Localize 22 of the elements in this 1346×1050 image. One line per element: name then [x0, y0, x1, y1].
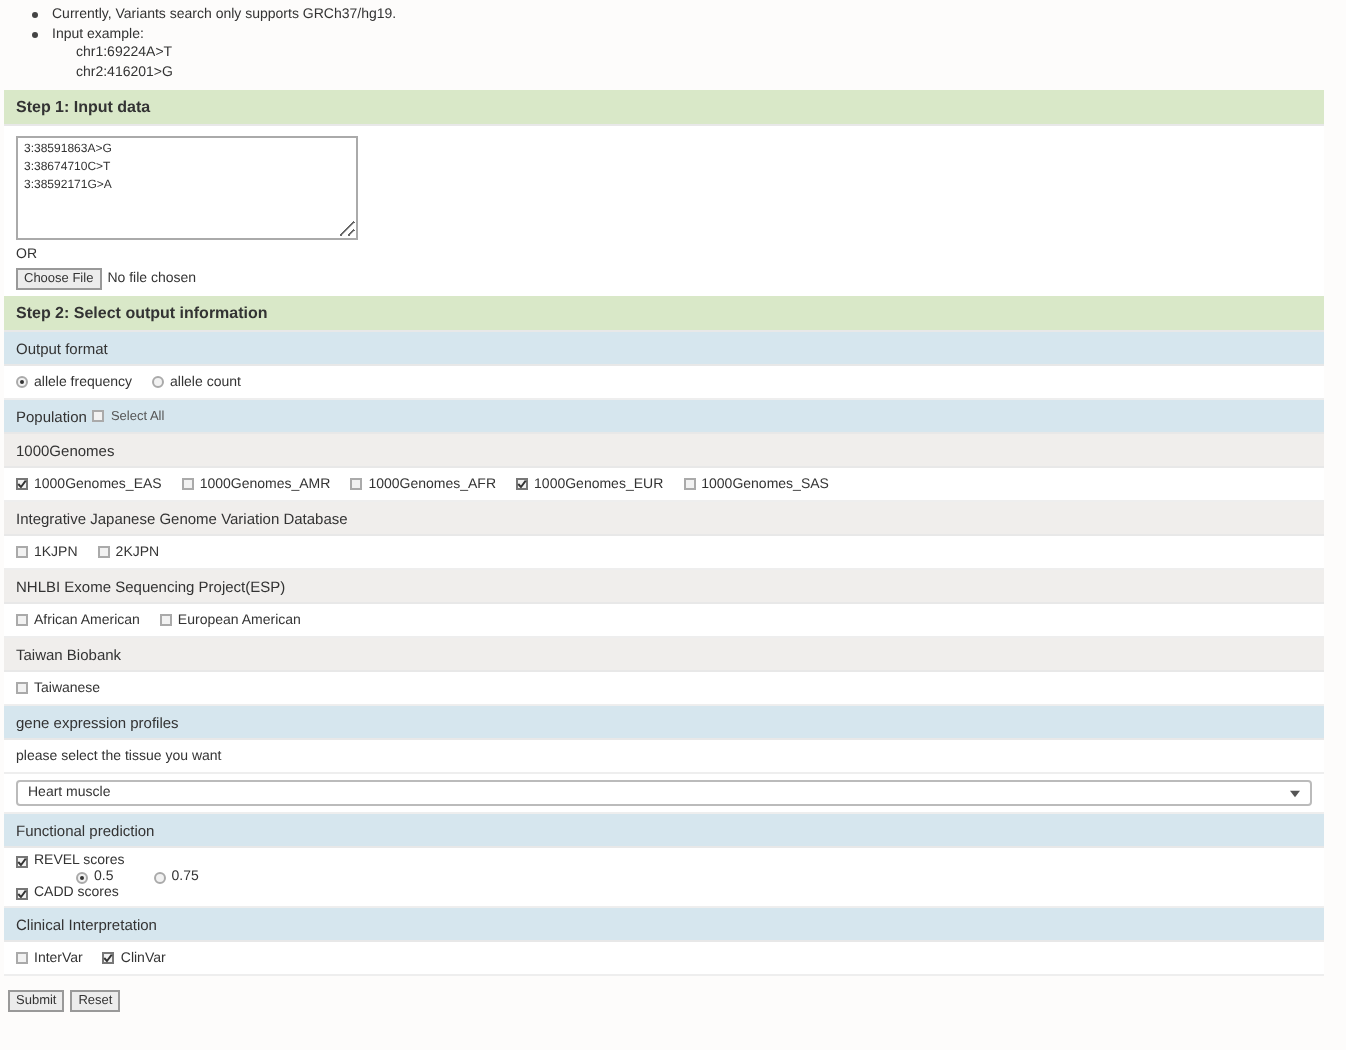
radio-button[interactable] [16, 376, 28, 388]
radio-button[interactable] [76, 871, 88, 883]
checkbox[interactable] [16, 546, 28, 558]
checkbox[interactable] [102, 952, 115, 964]
checkbox[interactable] [16, 478, 28, 490]
checkbox[interactable] [159, 614, 172, 626]
checkbox[interactable] [16, 682, 28, 694]
checkbox[interactable] [92, 410, 105, 422]
checkbox[interactable] [350, 478, 363, 490]
checkbox[interactable] [516, 478, 529, 490]
checkbox[interactable] [16, 887, 28, 899]
checkbox[interactable] [16, 614, 28, 626]
checkbox[interactable] [16, 952, 28, 964]
caret-icon [1290, 789, 1300, 797]
radio-button[interactable] [153, 871, 166, 883]
checkbox[interactable] [97, 546, 110, 558]
checkbox[interactable] [683, 478, 696, 490]
radio-button[interactable] [152, 376, 165, 388]
step-header: Step 2: Select output information [4, 296, 1324, 332]
checkbox[interactable] [181, 478, 194, 490]
checkbox[interactable] [16, 855, 28, 867]
step-header: Step 1: Input data [4, 90, 1324, 126]
